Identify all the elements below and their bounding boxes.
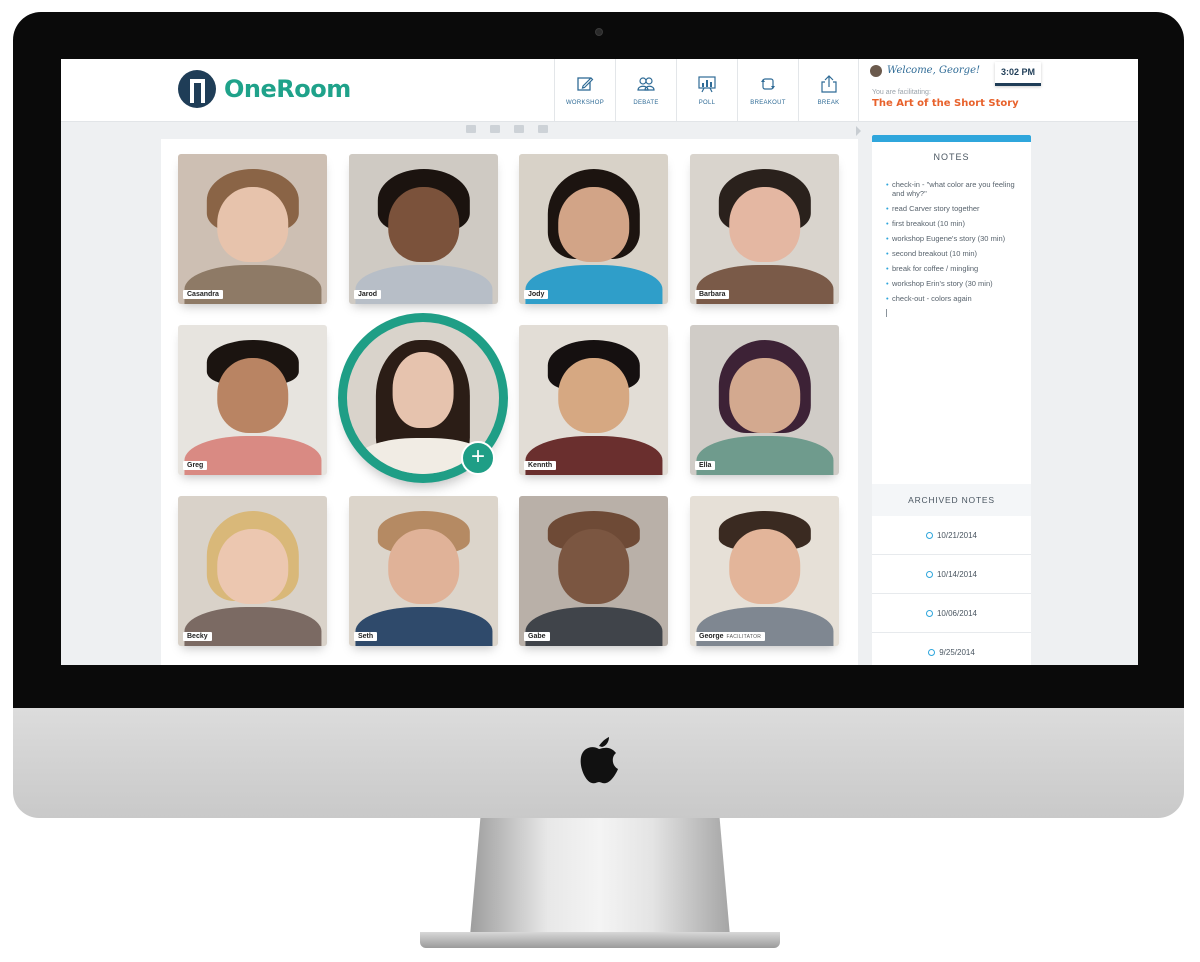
app-screen: OneRoom WORKSHOP DEBATE POLL BREAKOUT BR… (61, 59, 1138, 665)
participant-tile-becky[interactable]: Becky (178, 496, 327, 646)
debate-label: DEBATE (633, 100, 659, 106)
debate-button[interactable]: DEBATE (615, 59, 676, 121)
media-controls (466, 125, 548, 133)
participant-tile-greg[interactable]: Greg (178, 325, 327, 475)
archived-note-item[interactable]: 10/14/2014 (872, 556, 1031, 594)
collapse-arrow-icon[interactable] (856, 126, 861, 136)
note-item[interactable]: check-in - "what color are you feeling a… (886, 180, 1020, 198)
notes-heading: NOTES (933, 152, 970, 162)
participant-name: Ella (695, 461, 716, 470)
participant-tile-jody[interactable]: Jody (519, 154, 668, 304)
note-item[interactable]: second breakout (10 min) (886, 249, 1020, 258)
notes-list[interactable]: check-in - "what color are you feeling a… (872, 180, 1031, 303)
archived-notes-heading: ARCHIVED NOTES (872, 484, 1031, 516)
welcome-message: Welcome, George! (887, 65, 981, 76)
participant-tile-barbara[interactable]: Barbara (690, 154, 839, 304)
archived-note-item[interactable]: 10/21/2014 (872, 517, 1031, 555)
participant-name: Greg (183, 461, 208, 470)
people-icon (637, 77, 655, 91)
refresh-icon (761, 78, 775, 90)
mic-icon[interactable] (490, 125, 500, 133)
share-icon (820, 75, 837, 93)
avatar[interactable] (870, 65, 882, 77)
poll-label: POLL (698, 100, 716, 106)
oneroom-logo-icon (178, 70, 216, 108)
break-label: BREAK (817, 100, 840, 106)
camera-icon[interactable] (466, 125, 476, 133)
note-item[interactable]: workshop Erin's story (30 min) (886, 279, 1020, 288)
add-participant-button[interactable]: + (461, 441, 495, 475)
facilitating-label: You are facilitating: (872, 89, 931, 96)
signal-icon (538, 125, 548, 133)
participant-name: George FACILITATOR (695, 632, 766, 641)
facilitator-badge: FACILITATOR (726, 634, 762, 640)
archived-note-item[interactable]: 9/25/2014 (872, 634, 1031, 665)
screen-icon[interactable] (514, 125, 524, 133)
participant-name: Casandra (183, 290, 223, 299)
mode-toolbar: WORKSHOP DEBATE POLL BREAKOUT BREAK (554, 59, 859, 121)
participant-name: Becky (183, 632, 212, 641)
text-cursor (886, 309, 887, 317)
notes-accent-bar (872, 135, 1031, 142)
participant-name: Jarod (354, 290, 382, 299)
user-panel: Welcome, George! 3:02 PM You are facilit… (858, 59, 1138, 121)
top-bar: OneRoom WORKSHOP DEBATE POLL BREAKOUT BR… (61, 59, 1138, 122)
monitor-stand-base (420, 932, 780, 948)
participant-tile-casandra[interactable]: Casandra (178, 154, 327, 304)
participant-name: Jody (524, 290, 549, 299)
participant-tile-jarod[interactable]: Jarod (349, 154, 498, 304)
session-title[interactable]: The Art of the Short Story (872, 98, 1019, 109)
note-item[interactable]: break for coffee / mingling (886, 264, 1020, 273)
breakout-label: BREAKOUT (750, 100, 786, 106)
participant-name: Seth (354, 632, 378, 641)
brand[interactable]: OneRoom (178, 70, 351, 108)
notes-panel: NOTES check-in - "what color are you fee… (872, 135, 1031, 665)
webcam-icon (595, 28, 603, 36)
participant-tile-gabe[interactable]: Gabe (519, 496, 668, 646)
monitor-stand (470, 818, 730, 936)
participant-name: Kennth (524, 461, 557, 470)
note-item[interactable]: first breakout (10 min) (886, 219, 1020, 228)
breakout-button[interactable]: BREAKOUT (737, 59, 798, 121)
video-grid: Casandra Jarod Jody Barbara Greg Kennth … (161, 139, 858, 665)
participant-tile-george[interactable]: George FACILITATOR (690, 496, 839, 646)
chart-board-icon (698, 76, 716, 93)
participant-tile-ella[interactable]: Ella (690, 325, 839, 475)
pencil-icon (577, 77, 594, 91)
workshop-button[interactable]: WORKSHOP (554, 59, 615, 121)
participant-name: Gabe (524, 632, 550, 641)
archived-note-item[interactable]: 10/06/2014 (872, 595, 1031, 633)
clock: 3:02 PM (995, 62, 1041, 86)
note-item[interactable]: read Carver story together (886, 204, 1020, 213)
poll-button[interactable]: POLL (676, 59, 737, 121)
participant-tile-kennth[interactable]: Kennth (519, 325, 668, 475)
note-item[interactable]: workshop Eugene's story (30 min) (886, 234, 1020, 243)
break-button[interactable]: BREAK (798, 59, 859, 121)
apple-logo-icon (580, 737, 618, 784)
note-item[interactable]: check-out - colors again (886, 294, 1020, 303)
participant-tile-seth[interactable]: Seth (349, 496, 498, 646)
participant-name: Barbara (695, 290, 730, 299)
brand-name: OneRoom (224, 75, 351, 103)
workshop-label: WORKSHOP (565, 100, 605, 106)
